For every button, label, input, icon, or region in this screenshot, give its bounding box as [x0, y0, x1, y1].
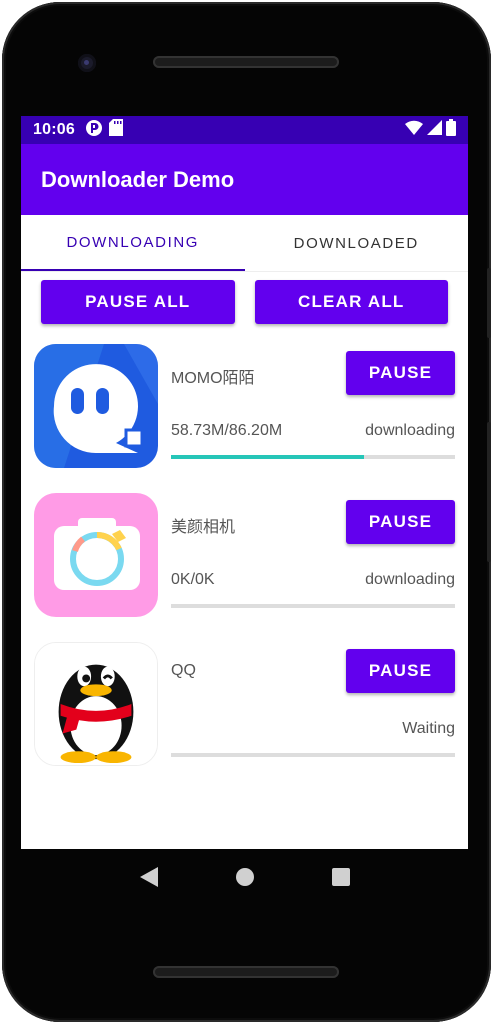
- tab-downloaded[interactable]: DOWNLOADED: [245, 215, 469, 271]
- system-nav-bar: [21, 849, 468, 909]
- download-size: 58.73M/86.20M: [171, 422, 283, 439]
- progress-bar: [171, 604, 455, 608]
- progress-bar: [171, 455, 455, 459]
- app-screen: 10:06 Downloader Demo DOWNLOADING DOWNLO…: [21, 116, 468, 849]
- pause-button[interactable]: PAUSE: [346, 649, 455, 693]
- app-name: QQ: [171, 662, 196, 679]
- pause-button[interactable]: PAUSE: [346, 351, 455, 395]
- download-status: downloading: [365, 571, 455, 588]
- pause-button[interactable]: PAUSE: [346, 500, 455, 544]
- beauty-camera-app-icon: [34, 493, 158, 617]
- momo-app-icon: [34, 344, 158, 468]
- front-camera: [78, 54, 96, 72]
- power-button: [487, 422, 491, 562]
- back-icon[interactable]: [139, 866, 158, 892]
- progress-bar: [171, 753, 455, 757]
- signal-icon: [427, 120, 442, 140]
- download-status: Waiting: [402, 720, 455, 737]
- status-time: 10:06: [33, 121, 75, 138]
- status-bar: 10:06: [21, 116, 468, 144]
- home-icon[interactable]: [235, 867, 255, 892]
- download-status: downloading: [365, 422, 455, 439]
- app-title: Downloader Demo: [41, 166, 235, 192]
- list-item: 美颜相机 PAUSE 0K/0K downloading: [21, 493, 468, 642]
- play-store-icon: [85, 119, 103, 142]
- sd-card-icon: [108, 119, 123, 141]
- wifi-icon: [405, 120, 423, 140]
- download-list: MOMO陌陌 PAUSE 58.73M/86.20M downloading 美…: [21, 324, 468, 791]
- tab-bar: DOWNLOADING DOWNLOADED: [21, 215, 468, 272]
- recents-icon[interactable]: [331, 867, 350, 891]
- qq-penguin-app-icon: [34, 642, 158, 766]
- action-row: PAUSE ALL CLEAR ALL: [21, 272, 468, 324]
- tab-downloading[interactable]: DOWNLOADING: [21, 215, 245, 271]
- pause-all-button[interactable]: PAUSE ALL: [41, 280, 235, 324]
- volume-button: [487, 268, 491, 338]
- download-size: 0K/0K: [171, 571, 215, 588]
- app-name: 美颜相机: [171, 519, 236, 536]
- app-name: MOMO陌陌: [171, 370, 255, 387]
- battery-icon: [446, 119, 456, 141]
- clear-all-button[interactable]: CLEAR ALL: [254, 280, 448, 324]
- bottom-speaker: [153, 966, 339, 978]
- earpiece-speaker: [153, 56, 339, 68]
- list-item: MOMO陌陌 PAUSE 58.73M/86.20M downloading: [21, 344, 468, 493]
- app-bar: Downloader Demo: [21, 144, 468, 215]
- list-item: QQ PAUSE Waiting: [21, 642, 468, 791]
